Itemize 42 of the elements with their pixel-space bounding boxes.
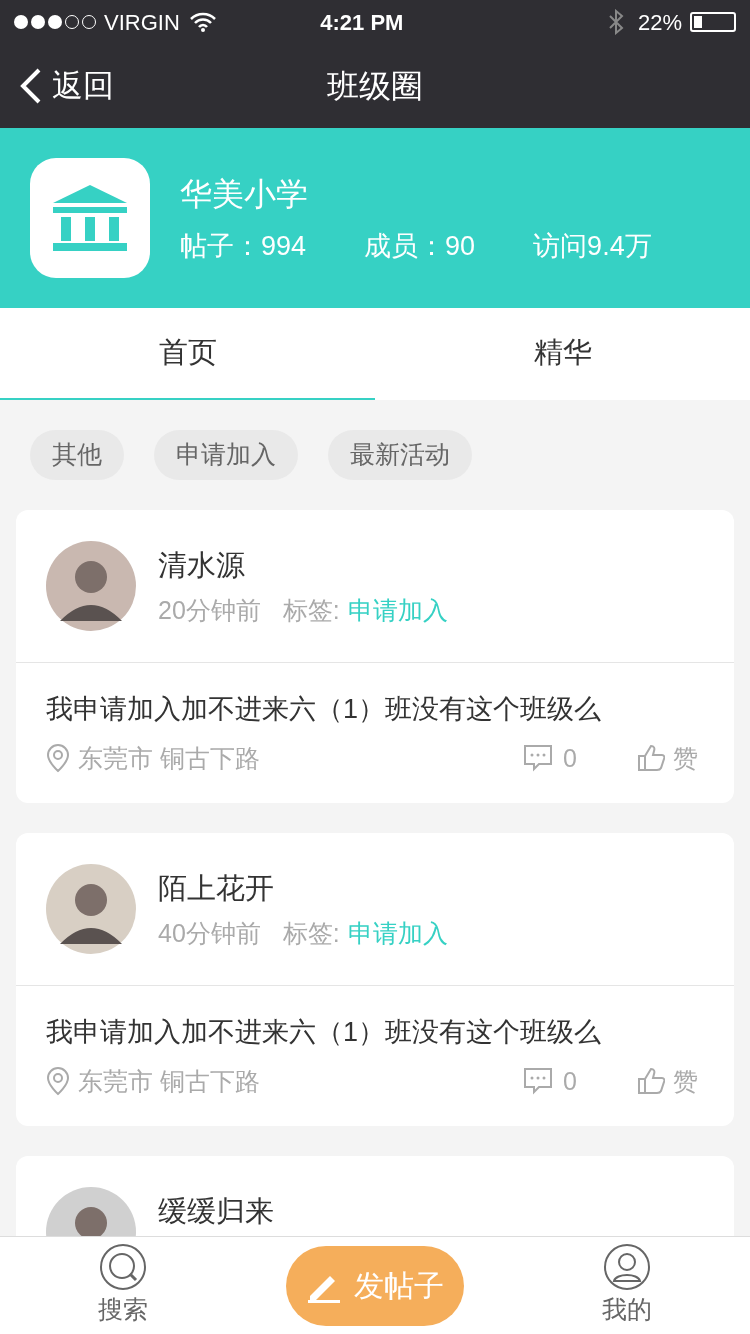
tab[interactable]: 首页 xyxy=(0,308,375,400)
person-icon xyxy=(603,1242,651,1291)
author-name: 缓缓归来 xyxy=(158,1194,274,1229)
tag-label: 标签: xyxy=(282,917,340,949)
battery-icon xyxy=(690,12,736,32)
filter-chip[interactable]: 申请加入 xyxy=(154,430,298,480)
avatar-icon xyxy=(46,541,136,631)
post-text: 我申请加入加不进来六（1）班没有这个班级么 xyxy=(46,693,603,726)
tag-label: 标签: xyxy=(282,594,340,626)
school-name: 华美小学 xyxy=(180,174,309,214)
profile-tab[interactable]: 我的 xyxy=(602,1242,652,1329)
chevron-left-icon xyxy=(20,68,42,104)
clock: 4:21 PM xyxy=(319,8,405,37)
wifi-icon xyxy=(189,12,216,32)
location-text: 东莞市 铜古下路 xyxy=(78,742,261,774)
avatar-icon xyxy=(46,864,136,954)
post-time: 40分钟前 xyxy=(158,917,261,949)
comment-icon xyxy=(523,744,554,773)
search-icon xyxy=(99,1242,147,1291)
author-name: 清水源 xyxy=(158,548,246,583)
page-title: 班级圈 xyxy=(327,67,423,106)
filter-chip[interactable]: 最新活动 xyxy=(328,430,472,480)
post-time: 20分钟前 xyxy=(158,594,261,626)
tab[interactable]: 精华 xyxy=(375,308,750,400)
location-text: 东莞市 铜古下路 xyxy=(78,1065,261,1097)
thumbs-up-icon xyxy=(637,744,665,773)
location-icon xyxy=(46,1066,70,1097)
bluetooth-icon xyxy=(607,9,624,35)
group-stat: 帖子：994 xyxy=(180,229,307,263)
comment-icon xyxy=(523,1067,554,1096)
carrier-name: VIRGIN xyxy=(104,8,180,37)
school-icon xyxy=(30,158,150,278)
thumbs-up-icon xyxy=(637,1067,665,1096)
post-text: 我申请加入加不进来六（1）班没有这个班级么 xyxy=(46,1016,603,1049)
back-button[interactable]: 返回 xyxy=(20,62,114,110)
author-name: 陌上花开 xyxy=(158,871,275,906)
location-icon xyxy=(46,743,70,774)
battery-percent: 22% xyxy=(637,8,682,37)
search-tab[interactable]: 搜索 xyxy=(98,1242,148,1329)
group-stat: 成员：90 xyxy=(364,229,476,263)
group-stat: 访问9.4万 xyxy=(533,229,652,263)
filter-chip[interactable]: 其他 xyxy=(30,430,124,480)
